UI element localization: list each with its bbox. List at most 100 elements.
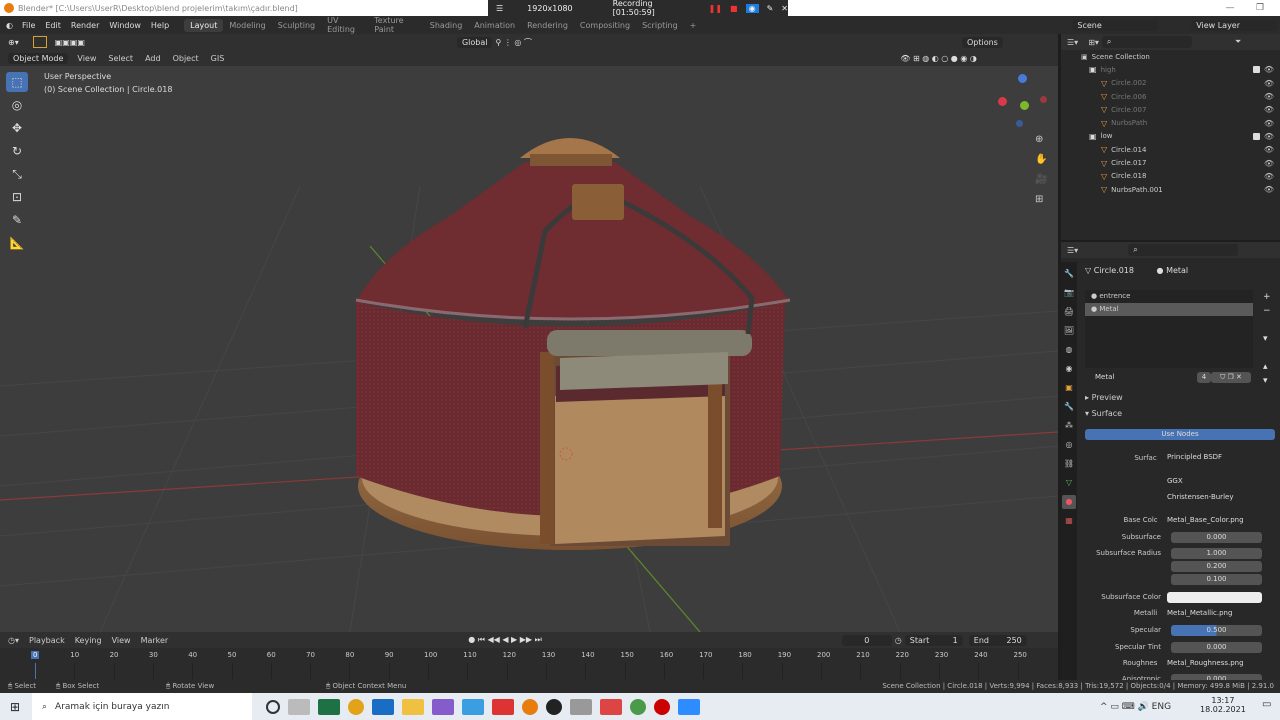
editor-type-icon[interactable]: ⊕▾ (8, 38, 19, 47)
eye-icon[interactable]: 👁 (1264, 159, 1274, 168)
world-tab-icon[interactable]: ◉ (1062, 362, 1076, 376)
property-field[interactable]: 0.200 (1171, 561, 1262, 572)
eye-icon[interactable]: 👁 (1264, 105, 1274, 114)
outliner-row[interactable]: ▣ high 👁 (1061, 63, 1280, 76)
filter-icon[interactable]: ⏷ (1235, 37, 1241, 47)
eye-icon[interactable]: 👁 (1264, 119, 1274, 128)
timeline-editor-icon[interactable]: ◷▾ (8, 636, 19, 645)
menu-window[interactable]: Window (104, 21, 146, 30)
notifications-icon[interactable]: ▭ (1262, 699, 1271, 710)
tab-scripting[interactable]: Scripting (636, 19, 684, 32)
start-icon[interactable]: ⊞ (10, 700, 20, 714)
pen-icon[interactable]: ✎ (767, 4, 774, 13)
start-frame[interactable]: Start 1 (904, 634, 963, 646)
menu-gis[interactable]: GIS (205, 54, 231, 63)
particles-tab-icon[interactable]: ⁂ (1062, 419, 1076, 433)
property-field[interactable]: Metal_Base_Color.png (1157, 515, 1262, 526)
eye-icon[interactable]: 👁 (1264, 172, 1274, 181)
data-tab-icon[interactable]: ▽ (1062, 476, 1076, 490)
timeline-playback[interactable]: Playback (29, 636, 65, 645)
render-tab-icon[interactable]: 📷 (1062, 286, 1076, 300)
excel-icon[interactable] (318, 698, 340, 715)
scene-selector[interactable]: Scene (1072, 19, 1159, 31)
menu-file[interactable]: File (17, 21, 40, 30)
menu-help[interactable]: Help (146, 21, 174, 30)
outliner-root[interactable]: ▣ Scene Collection (1061, 50, 1280, 63)
eye-icon[interactable]: 👁 (1264, 79, 1274, 88)
add-workspace-button[interactable]: + (684, 19, 703, 32)
transform-orientation[interactable]: Global (456, 36, 493, 48)
menu-view[interactable]: View (71, 54, 102, 63)
timeline-marker[interactable]: Marker (141, 636, 169, 645)
texture-tab-icon[interactable]: ▦ (1062, 514, 1076, 528)
outliner-row[interactable]: ▽ NurbsPath.001 👁 (1061, 183, 1280, 196)
chrome2-icon[interactable] (630, 698, 646, 715)
preview-panel[interactable]: ▸ Preview (1085, 393, 1123, 402)
camera-icon[interactable]: ◉ (745, 3, 759, 13)
use-nodes-button[interactable]: Use Nodes (1085, 429, 1275, 440)
outliner-row[interactable]: ▽ Circle.006 👁 (1061, 90, 1280, 103)
outliner-search[interactable]: ⌕ (1101, 36, 1192, 48)
menu-edit[interactable]: Edit (40, 21, 66, 30)
annotate-icon[interactable]: ✎ (6, 210, 28, 230)
editor-icon[interactable] (462, 698, 484, 715)
subsurface-method-select[interactable]: Christensen-Burley (1157, 492, 1262, 503)
unreal-icon[interactable] (546, 698, 562, 715)
tab-animation[interactable]: Animation (468, 19, 521, 32)
constraints-tab-icon[interactable]: ⛓ (1062, 457, 1076, 471)
view-layer-selector[interactable]: View Layer (1191, 19, 1278, 31)
eye-icon[interactable]: 👁 (1264, 145, 1274, 154)
tab-sculpting[interactable]: Sculpting (272, 19, 321, 32)
snap-icon[interactable]: ⚲ ⋮ ◎ ⌒ (495, 37, 531, 48)
select-box-icon[interactable]: ⬚ (6, 72, 28, 92)
menu-add[interactable]: Add (139, 54, 167, 63)
eye-icon[interactable]: 👁 (1264, 132, 1274, 141)
snip-icon[interactable] (600, 698, 622, 715)
shading-icons[interactable]: 👁 ⊞ ◍ ◐ ○ ● ◉ ◑ (900, 54, 977, 63)
output-tab-icon[interactable]: 🖨 (1062, 305, 1076, 319)
outliner-editor-icon[interactable]: ☰▾ (1067, 38, 1078, 47)
select-mode-icon[interactable] (32, 36, 47, 48)
scene-tab-icon[interactable]: ◍ (1062, 343, 1076, 357)
menu-select[interactable]: Select (102, 54, 139, 63)
tab-uv-editing[interactable]: UV Editing (321, 14, 368, 36)
mode-selector[interactable]: Object Mode (8, 52, 69, 64)
property-field[interactable]: 0.000 (1171, 642, 1262, 653)
task-view-icon[interactable] (288, 698, 310, 715)
tab-modeling[interactable]: Modeling (223, 19, 271, 32)
chrome-icon[interactable] (348, 698, 364, 715)
distribution-select[interactable]: GGX (1157, 476, 1262, 487)
taskbar-clock[interactable]: 13:17 18.02.2021 (1200, 696, 1246, 714)
property-field[interactable]: 0.500 (1171, 625, 1262, 636)
slot-metal[interactable]: ● Metal (1085, 303, 1253, 316)
end-frame[interactable]: End 250 (968, 634, 1027, 646)
property-field[interactable]: 1.000 (1171, 548, 1262, 559)
close-icon[interactable]: ✕ (781, 4, 788, 13)
pause-icon[interactable]: ❚❚ (709, 4, 722, 13)
maximize-icon[interactable]: ❐ (1240, 0, 1280, 16)
visual-studio-icon[interactable] (432, 698, 454, 715)
slot-entrence[interactable]: ● entrence (1085, 290, 1253, 303)
property-field[interactable]: Metal_Roughness.png (1157, 658, 1262, 669)
checkbox-icon[interactable] (1253, 66, 1260, 74)
outliner-row[interactable]: ▽ Circle.007 👁 (1061, 103, 1280, 116)
tab-layout[interactable]: Layout (184, 18, 224, 32)
rotate-icon[interactable]: ↻ (6, 141, 28, 161)
record-icon[interactable] (654, 698, 670, 715)
menu-icon[interactable]: ☰ (496, 4, 503, 13)
material-selector[interactable]: Metal 4 ⛉ ❐ ✕ (1085, 372, 1275, 384)
tab-compositing[interactable]: Compositing (574, 19, 636, 32)
cursor-icon[interactable]: ◎ (6, 95, 28, 115)
eye-icon[interactable]: 👁 (1264, 92, 1274, 101)
cortana-icon[interactable] (266, 699, 280, 714)
3d-viewport[interactable]: User Perspective (0) Scene Collection | … (0, 66, 1058, 632)
current-frame[interactable]: 0 (841, 634, 892, 646)
tab-rendering[interactable]: Rendering (521, 19, 574, 32)
stop-icon[interactable]: ■ (730, 4, 738, 13)
timeline-keying[interactable]: Keying (75, 636, 102, 645)
blender-icon[interactable] (522, 698, 538, 715)
tab-texture-paint[interactable]: Texture Paint (368, 14, 424, 36)
transform-icon[interactable]: ⊡ (6, 187, 28, 207)
property-field[interactable] (1167, 592, 1262, 603)
zoom-icon[interactable] (678, 698, 700, 715)
